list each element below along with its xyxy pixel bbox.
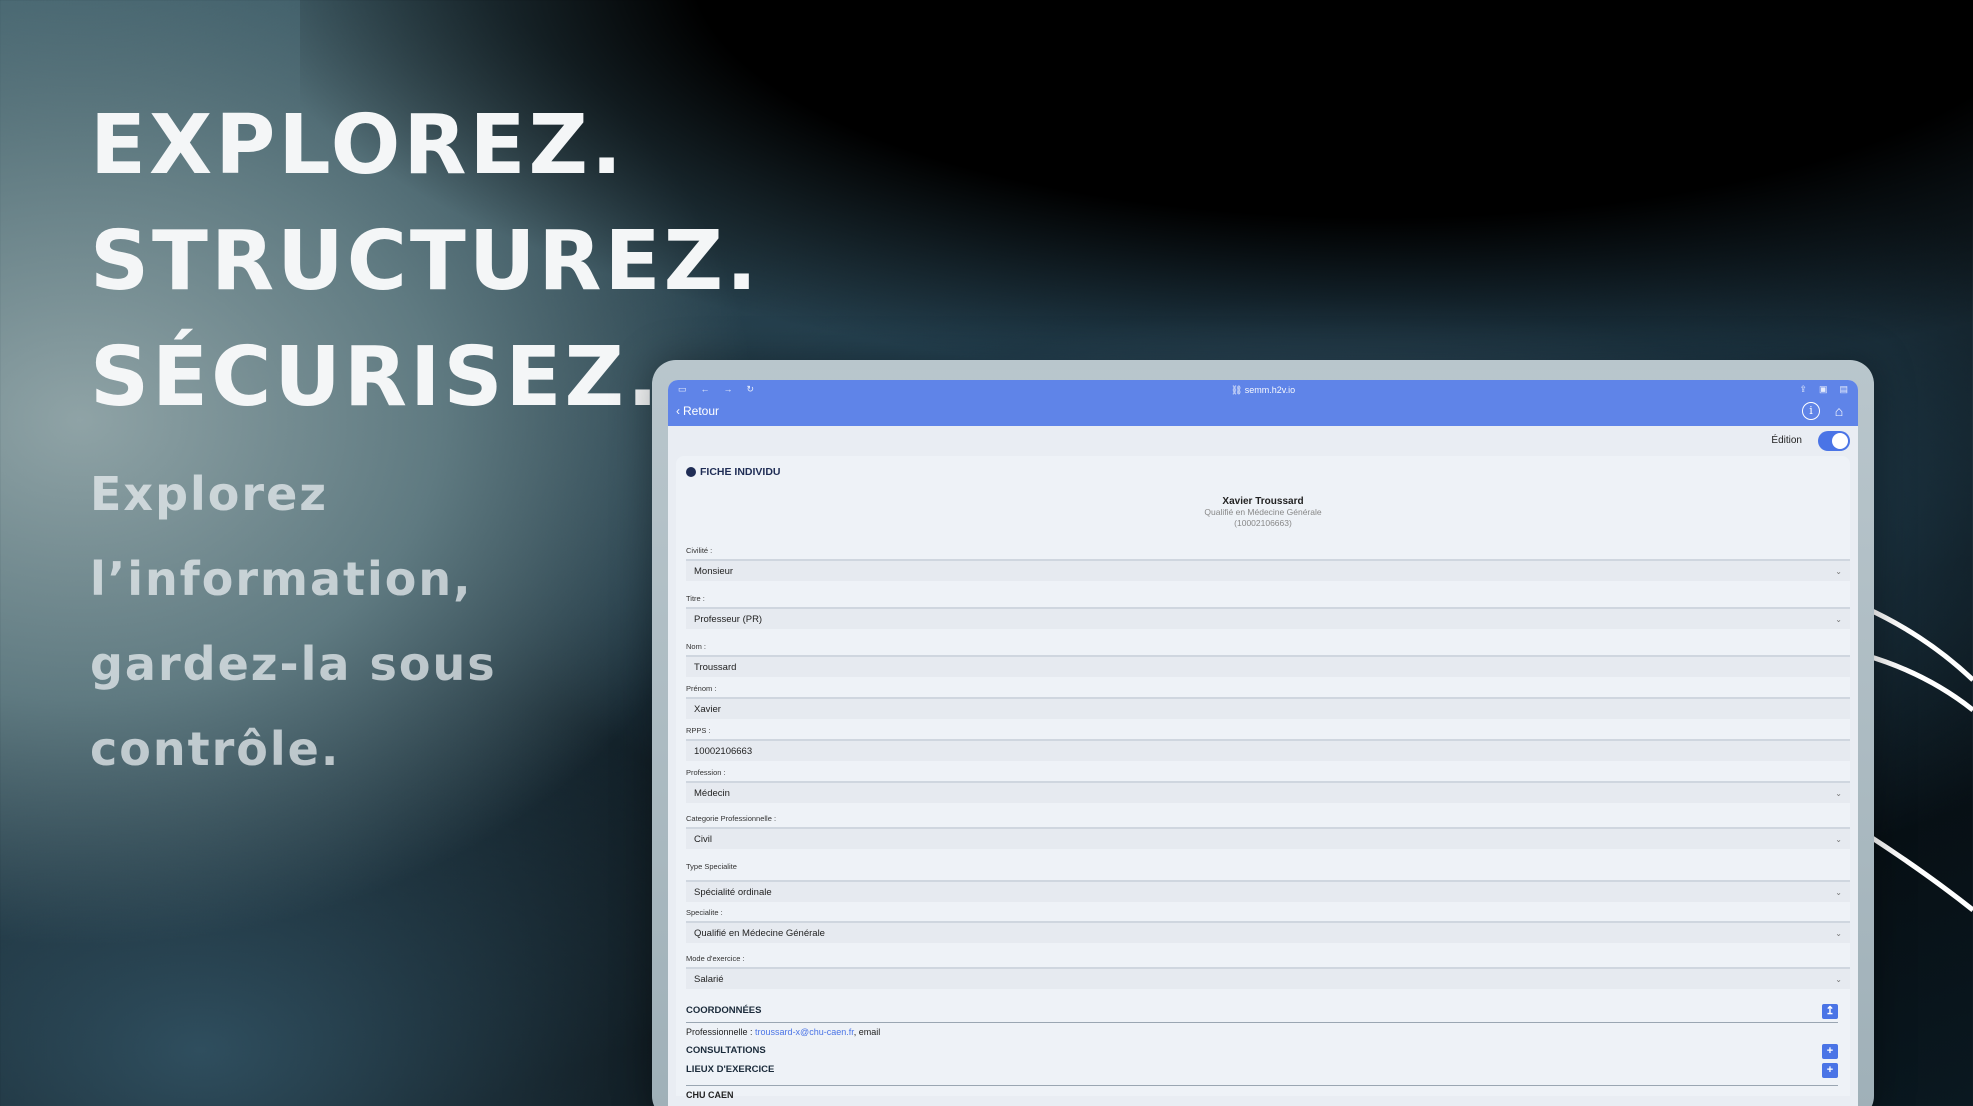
rpps-input[interactable]: 10002106663 — [686, 739, 1850, 761]
chevron-down-icon: ⌄ — [1835, 567, 1842, 576]
person-icon — [686, 467, 696, 477]
field-label: Profession : — [686, 768, 726, 777]
email-link[interactable]: troussard-x@chu-caen.fr — [755, 1027, 854, 1037]
share-icon[interactable]: ⇪ — [1799, 384, 1807, 395]
chevron-down-icon: ⌄ — [1835, 789, 1842, 798]
field-specialite: Specialite : Qualifié en Médecine Généra… — [676, 907, 1850, 953]
field-label: Prénom : — [686, 684, 717, 693]
link-icon: ⛓ — [1230, 385, 1243, 395]
person-qualification: Qualifié en Médecine Générale — [1204, 507, 1322, 517]
back-button[interactable]: ‹ Retour — [676, 404, 719, 418]
add-lieu-button[interactable]: + — [1822, 1063, 1838, 1078]
chevron-down-icon: ⌄ — [1835, 975, 1842, 984]
edition-label: Édition — [1771, 435, 1802, 446]
app-nav-row: ‹ Retour i ⌂ — [668, 400, 1858, 426]
add-consultation-button[interactable]: + — [1822, 1044, 1838, 1059]
chevron-left-icon: ‹ — [676, 404, 680, 418]
field-rpps: RPPS : 10002106663 — [676, 725, 1850, 767]
home-icon[interactable]: ⌂ — [1830, 402, 1848, 420]
app-topbar: ▭ ← → ↻ ⛓ semm.h2v.io ⇪ ▣ ▤ ‹ Retour i ⌂ — [668, 380, 1858, 426]
app-screen: ▭ ← → ↻ ⛓ semm.h2v.io ⇪ ▣ ▤ ‹ Retour i ⌂… — [668, 380, 1858, 1106]
field-label: Nom : — [686, 642, 707, 651]
chevron-down-icon: ⌄ — [1835, 615, 1842, 624]
back-label: Retour — [683, 404, 720, 418]
field-prenom: Prénom : Xavier — [676, 683, 1850, 725]
chevron-down-icon: ⌄ — [1835, 929, 1842, 938]
field-label: Titre : — [686, 594, 705, 603]
browser-bar: ▭ ← → ↻ ⛓ semm.h2v.io ⇪ ▣ ▤ — [668, 380, 1858, 400]
field-label: Civilité : — [686, 546, 713, 555]
subline-line-2: l’information, — [90, 552, 473, 606]
url-text: semm.h2v.io — [1244, 385, 1296, 395]
individual-card: FICHE INDIVIDU Xavier Troussard Qualifié… — [676, 456, 1850, 1100]
tabs-icon[interactable]: ▣ — [1819, 384, 1828, 395]
headline-line-2: STRUCTUREZ. — [90, 214, 761, 309]
subline-line-1: Explorez — [90, 467, 329, 521]
nom-input[interactable]: Troussard — [686, 655, 1850, 677]
section-consultations: CONSULTATIONS + — [676, 1041, 1850, 1060]
edition-toggle[interactable] — [1818, 431, 1850, 451]
field-nom: Nom : Troussard — [676, 641, 1850, 683]
tablet-frame: ▭ ← → ↻ ⛓ semm.h2v.io ⇪ ▣ ▤ ‹ Retour i ⌂… — [652, 360, 1874, 1106]
tab-overview-icon[interactable]: ▤ — [1839, 384, 1848, 395]
field-label: Categorie Professionnelle : — [686, 814, 777, 823]
categorie-select[interactable]: Civil ⌄ — [686, 827, 1850, 849]
section-lieux: LIEUX D'EXERCICE + — [676, 1060, 1850, 1079]
section-title: CONSULTATIONS — [686, 1045, 766, 1056]
person-name: Xavier Troussard — [1222, 496, 1304, 507]
url-bar[interactable]: ⛓ semm.h2v.io — [668, 385, 1858, 396]
section-coordonnees: COORDONNÉES ↥ — [676, 1001, 1850, 1020]
field-label: RPPS : — [686, 726, 711, 735]
field-profession: Profession : Médecin ⌄ — [676, 767, 1850, 813]
specialite-select[interactable]: Qualifié en Médecine Générale ⌄ — [686, 921, 1850, 943]
profession-select[interactable]: Médecin ⌄ — [686, 781, 1850, 803]
collapse-button[interactable]: ↥ — [1822, 1004, 1838, 1019]
card-title-text: FICHE INDIVIDU — [700, 466, 781, 478]
hero-subline: Explorez l’information, gardez-la sous c… — [90, 452, 610, 792]
contact-line: Professionnelle : troussard-x@chu-caen.f… — [686, 1027, 881, 1037]
info-icon[interactable]: i — [1802, 402, 1820, 420]
subline-line-4: contrôle. — [90, 722, 341, 776]
field-label: Mode d'exercice : — [686, 954, 745, 963]
person-identity: Xavier Troussard Qualifié en Médecine Gé… — [676, 496, 1850, 529]
field-civilite: Civilité : Monsieur ⌄ — [676, 545, 1850, 593]
civilite-select[interactable]: Monsieur ⌄ — [686, 559, 1850, 581]
field-label: Type Specialite — [686, 862, 737, 871]
person-id: (10002106663) — [1234, 518, 1292, 528]
field-categorie: Categorie Professionnelle : Civil ⌄ — [676, 813, 1850, 861]
field-mode-exercice: Mode d'exercice : Salarié ⌄ — [676, 953, 1850, 995]
section-title: LIEUX D'EXERCICE — [686, 1064, 775, 1075]
mode-exercice-select[interactable]: Salarié ⌄ — [686, 967, 1850, 989]
field-type-specialite: Type Specialite Spécialité ordinale ⌄ — [676, 861, 1850, 907]
headline-line-1: EXPLOREZ. — [90, 98, 626, 193]
card-title: FICHE INDIVIDU — [676, 462, 1850, 482]
chevron-down-icon: ⌄ — [1835, 835, 1842, 844]
prenom-input[interactable]: Xavier — [686, 697, 1850, 719]
subline-line-3: gardez-la sous — [90, 637, 497, 691]
edit-mode-row: Édition — [668, 426, 1858, 456]
type-specialite-select[interactable]: Spécialité ordinale ⌄ — [686, 880, 1850, 902]
chevron-down-icon: ⌄ — [1835, 888, 1842, 897]
lieu-item[interactable]: CHU CAEN — [676, 1086, 1850, 1104]
section-title: COORDONNÉES — [686, 1005, 762, 1016]
field-label: Specialite : — [686, 908, 723, 917]
field-titre: Titre : Professeur (PR) ⌄ — [676, 593, 1850, 641]
titre-select[interactable]: Professeur (PR) ⌄ — [686, 607, 1850, 629]
